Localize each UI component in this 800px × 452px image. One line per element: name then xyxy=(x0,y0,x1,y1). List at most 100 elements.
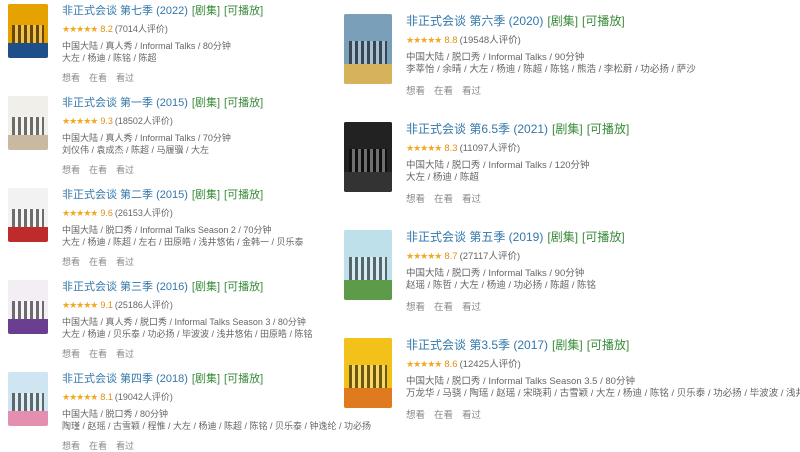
want-to-watch-button[interactable]: 想看 xyxy=(62,73,80,83)
tv-series-tag[interactable]: [剧集] xyxy=(192,373,220,385)
playable-tag[interactable]: [可播放] xyxy=(582,14,625,28)
watched-button[interactable]: 看过 xyxy=(462,410,481,421)
watching-button[interactable]: 在看 xyxy=(89,73,107,83)
rating-row: ★★★★★ 8.8 (19548人评价) xyxy=(406,34,696,47)
action-row: 想看 在看 看过 xyxy=(406,299,625,313)
result-title: 非正式会谈 第六季 (2020) [剧集] [可播放] xyxy=(406,14,696,29)
title-link[interactable]: 非正式会谈 第四季 (2018) xyxy=(62,373,188,385)
rating-count: (7014人评价) xyxy=(114,24,168,34)
tv-series-tag[interactable]: [剧集] xyxy=(547,230,578,244)
want-to-watch-button[interactable]: 想看 xyxy=(62,257,80,267)
want-to-watch-button[interactable]: 想看 xyxy=(62,441,80,451)
title-link[interactable]: 非正式会谈 第三季 (2016) xyxy=(62,281,188,293)
title-link[interactable]: 非正式会谈 第3.5季 (2017) xyxy=(406,338,548,352)
title-link[interactable]: 非正式会谈 第二季 (2015) xyxy=(62,189,188,201)
rating-score: 9.1 xyxy=(100,300,113,310)
watched-button[interactable]: 看过 xyxy=(116,73,134,83)
poster-graphic xyxy=(348,40,388,65)
playable-tag[interactable]: [可播放] xyxy=(224,97,263,109)
title-link[interactable]: 非正式会谈 第一季 (2015) xyxy=(62,97,188,109)
title-link[interactable]: 非正式会谈 第六季 (2020) xyxy=(406,14,543,28)
watching-button[interactable]: 在看 xyxy=(89,165,107,175)
poster-image[interactable] xyxy=(8,4,48,58)
result-info: 非正式会谈 第3.5季 (2017) [剧集] [可播放] ★★★★★ 8.6 (1242… xyxy=(406,338,800,421)
watching-button[interactable]: 在看 xyxy=(434,194,453,205)
playable-tag[interactable]: [可播放] xyxy=(582,230,625,244)
rating-row: ★★★★★ 8.7 (27117人评价) xyxy=(406,250,625,263)
result-info: 非正式会谈 第6.5季 (2021) [剧集] [可播放] ★★★★★ 8.3 (1109… xyxy=(406,122,629,205)
watched-button[interactable]: 看过 xyxy=(116,349,134,359)
meta-info-line: 中国大陆 / 脱口秀 / Informal Talks / 120分钟 xyxy=(406,160,590,171)
title-link[interactable]: 非正式会谈 第五季 (2019) xyxy=(406,230,543,244)
tv-series-tag[interactable]: [剧集] xyxy=(552,122,583,136)
action-row: 想看 在看 看过 xyxy=(62,347,313,360)
want-to-watch-button[interactable]: 想看 xyxy=(406,410,425,421)
star-rating-icon: ★★★★★ xyxy=(62,392,98,402)
meta-info-line: 中国大陆 / 脱口秀 / 80分钟 xyxy=(62,409,169,419)
want-to-watch-button[interactable]: 想看 xyxy=(62,165,80,175)
poster-graphic xyxy=(8,188,48,209)
poster-image[interactable] xyxy=(8,96,48,150)
tv-series-tag[interactable]: [剧集] xyxy=(547,14,578,28)
star-rating-icon: ★★★★★ xyxy=(406,251,442,261)
watched-button[interactable]: 看过 xyxy=(116,441,134,451)
poster-image[interactable] xyxy=(344,122,392,192)
result-title: 非正式会谈 第三季 (2016) [剧集] [可播放] xyxy=(62,280,313,294)
title-link[interactable]: 非正式会谈 第七季 (2022) xyxy=(62,5,188,17)
tv-series-tag[interactable]: [剧集] xyxy=(192,5,220,17)
watched-button[interactable]: 看过 xyxy=(116,257,134,267)
playable-tag[interactable]: [可播放] xyxy=(587,122,630,136)
result-title: 非正式会谈 第一季 (2015) [剧集] [可播放] xyxy=(62,96,263,110)
playable-tag[interactable]: [可播放] xyxy=(224,281,263,293)
rating-score: 8.2 xyxy=(100,24,113,34)
want-to-watch-button[interactable]: 想看 xyxy=(406,86,425,97)
tv-series-tag[interactable]: [剧集] xyxy=(192,281,220,293)
want-to-watch-button[interactable]: 想看 xyxy=(406,194,425,205)
watching-button[interactable]: 在看 xyxy=(434,302,453,313)
star-rating-icon: ★★★★★ xyxy=(62,208,98,218)
tv-series-tag[interactable]: [剧集] xyxy=(552,338,583,352)
watched-button[interactable]: 看过 xyxy=(116,165,134,175)
want-to-watch-button[interactable]: 想看 xyxy=(62,349,80,359)
tv-series-tag[interactable]: [剧集] xyxy=(192,189,220,201)
watched-button[interactable]: 看过 xyxy=(462,194,481,205)
playable-tag[interactable]: [可播放] xyxy=(587,338,630,352)
cast-line: 刘仪伟 / 袁成杰 / 陈超 / 马履骥 / 大左 xyxy=(62,145,210,155)
rating-score: 9.6 xyxy=(100,208,113,218)
meta-info-line: 中国大陆 / 脱口秀 / Informal Talks / 90分钟 xyxy=(406,52,585,63)
cast-line: 陶瑾 / 赵瑶 / 古雪颖 / 程惟 / 大左 / 杨迪 / 陈超 / 陈铭 /… xyxy=(62,421,372,431)
playable-tag[interactable]: [可播放] xyxy=(224,373,263,385)
rating-row: ★★★★★ 8.1 (19042人评价) xyxy=(62,391,371,403)
rating-count: (19548人评价) xyxy=(459,35,521,46)
poster-image[interactable] xyxy=(344,14,392,84)
rating-row: ★★★★★ 9.6 (26153人评价) xyxy=(62,207,304,219)
tv-series-tag[interactable]: [剧集] xyxy=(192,97,220,109)
playable-tag[interactable]: [可播放] xyxy=(224,5,263,17)
watching-button[interactable]: 在看 xyxy=(434,410,453,421)
poster-image[interactable] xyxy=(344,338,392,408)
watching-button[interactable]: 在看 xyxy=(89,441,107,451)
watching-button[interactable]: 在看 xyxy=(89,257,107,267)
action-row: 想看 在看 看过 xyxy=(62,255,304,268)
watched-button[interactable]: 看过 xyxy=(462,86,481,97)
star-rating-icon: ★★★★★ xyxy=(406,359,442,369)
watching-button[interactable]: 在看 xyxy=(89,349,107,359)
poster-image[interactable] xyxy=(8,280,48,334)
rating-count: (11097人评价) xyxy=(459,143,521,154)
watched-button[interactable]: 看过 xyxy=(462,302,481,313)
title-link[interactable]: 非正式会谈 第6.5季 (2021) xyxy=(406,122,548,136)
cast-line: 大左 / 杨迪 / 陈超 xyxy=(406,172,479,183)
poster-image[interactable] xyxy=(8,372,48,426)
playable-tag[interactable]: [可播放] xyxy=(224,189,263,201)
result-info: 非正式会谈 第四季 (2018) [剧集] [可播放] ★★★★★ 8.1 (19042人… xyxy=(62,372,371,452)
cast-line: 李莘怡 / 余晴 / 大左 / 杨迪 / 陈超 / 陈铭 / 熊浩 / 李松蔚 … xyxy=(406,64,696,75)
rating-row: ★★★★★ 9.3 (18502人评价) xyxy=(62,115,263,127)
watching-button[interactable]: 在看 xyxy=(434,86,453,97)
poster-image[interactable] xyxy=(344,230,392,300)
want-to-watch-button[interactable]: 想看 xyxy=(406,302,425,313)
poster-graphic xyxy=(12,300,44,319)
poster-image[interactable] xyxy=(8,188,48,242)
result-title: 非正式会谈 第四季 (2018) [剧集] [可播放] xyxy=(62,372,371,386)
poster-graphic xyxy=(344,230,392,257)
poster-graphic xyxy=(344,388,392,408)
